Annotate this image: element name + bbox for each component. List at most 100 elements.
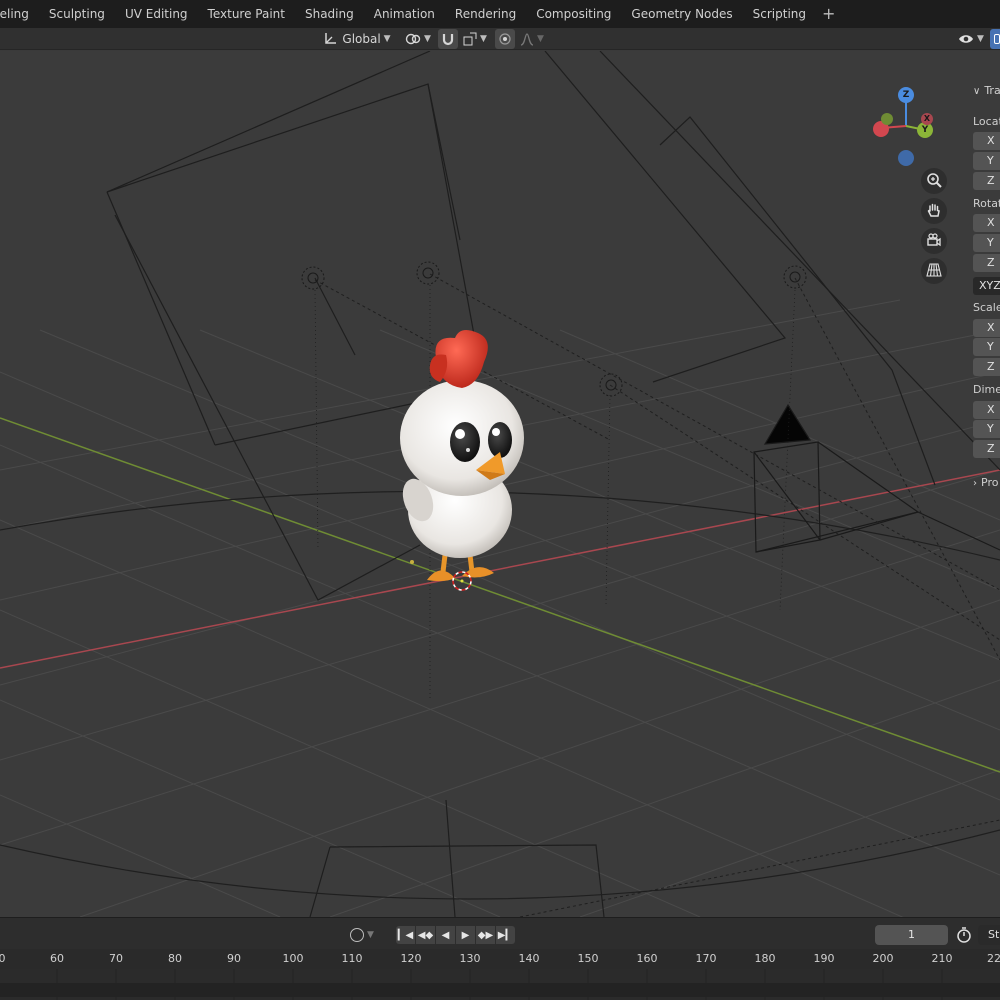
falloff-dropdown[interactable]: ▼ — [517, 29, 547, 49]
tab-shading[interactable]: Shading — [295, 0, 364, 28]
gizmo-y-axis-negative[interactable] — [881, 113, 893, 125]
jump-to-keyframe-prev-button[interactable]: ◀◆ — [416, 926, 435, 944]
jump-to-keyframe-next-button[interactable]: ◆▶ — [476, 926, 495, 944]
timeline-body[interactable] — [0, 969, 1000, 1000]
magnet-icon — [441, 32, 455, 46]
scale-y-field[interactable]: Y — [973, 338, 1000, 356]
scale-z-field[interactable]: Z — [973, 358, 1000, 376]
keying-dropdown[interactable]: ▼ — [350, 925, 384, 945]
gizmo-icon — [994, 34, 1000, 44]
location-label: Locat — [973, 115, 1000, 128]
jump-end-icon: ▶▎ — [497, 929, 514, 941]
light-gizmos — [301, 261, 807, 397]
dimensions-z-field[interactable]: Z — [973, 440, 1000, 458]
jump-to-start-button[interactable]: ▎◀ — [396, 926, 415, 944]
record-icon — [350, 928, 364, 942]
ruler-tick: 180 — [754, 952, 776, 965]
stopwatch-icon[interactable] — [955, 926, 973, 944]
ruler-tick: 190 — [813, 952, 835, 965]
viewport-header: Global ▼ ▼ ▼ ▼ ▼ — [0, 28, 1000, 50]
hand-icon — [926, 202, 942, 221]
ruler-tick: 200 — [872, 952, 894, 965]
play-reverse-button[interactable]: ◀ — [436, 926, 455, 944]
timeline-header: ▼ ▎◀ ◀◆ ◀ ▶ ◆▶ ▶▎ 1 St — [0, 917, 1000, 949]
location-z-field[interactable]: Z — [973, 172, 1000, 190]
properties-panel-header[interactable]: › Pro — [973, 476, 998, 489]
snap-toggle[interactable] — [438, 29, 458, 49]
rotation-y-field[interactable]: Y — [973, 234, 1000, 252]
add-workspace-button[interactable]: + — [816, 0, 841, 28]
light-vertical-lines — [314, 285, 796, 700]
visibility-dropdown[interactable]: ▼ — [955, 29, 987, 49]
tab-scripting[interactable]: Scripting — [743, 0, 816, 28]
ruler-tick: 150 — [577, 952, 599, 965]
timeline-ruler[interactable]: 0 60 70 80 90 100 110 120 130 140 150 16… — [0, 949, 1000, 969]
transform-panel-header[interactable]: ∨ Tra — [973, 84, 1000, 97]
current-frame-field[interactable]: 1 — [875, 925, 948, 945]
zoom-icon — [926, 172, 942, 191]
tab-geometry-nodes[interactable]: Geometry Nodes — [621, 0, 742, 28]
rotation-x-field[interactable]: X — [973, 214, 1000, 232]
rotation-z-field[interactable]: Z — [973, 254, 1000, 272]
camera-object — [753, 403, 1000, 553]
proportional-editing-toggle[interactable] — [495, 29, 515, 49]
jump-to-end-button[interactable]: ▶▎ — [496, 926, 515, 944]
zoom-button[interactable] — [921, 168, 947, 194]
play-icon: ▶ — [461, 929, 470, 941]
ruler-tick: 210 — [931, 952, 953, 965]
snap-target-dropdown[interactable]: ▼ — [460, 29, 490, 49]
dimensions-x-field[interactable]: X — [973, 401, 1000, 419]
chevron-down-icon: ▼ — [424, 34, 431, 44]
pan-button[interactable] — [921, 198, 947, 224]
gizmo-toggle[interactable] — [990, 29, 1000, 49]
chevron-down-icon: ▼ — [383, 34, 391, 44]
gizmo-z-axis[interactable]: Z — [898, 87, 914, 103]
prev-keyframe-icon: ◀◆ — [417, 929, 434, 941]
tab-sculpting[interactable]: Sculpting — [39, 0, 115, 28]
ruler-tick: 100 — [282, 952, 304, 965]
chevron-right-icon: › — [973, 478, 977, 489]
jump-start-icon: ▎◀ — [397, 929, 414, 941]
location-x-field[interactable]: X — [973, 132, 1000, 150]
tab-uv-editing[interactable]: UV Editing — [115, 0, 198, 28]
viewport-3d[interactable]: Z Y X ∨ Tra Locat X Y Z Rotat X Y Z XYZ S… — [0, 51, 1000, 917]
rotation-mode-dropdown[interactable]: XYZ — [973, 277, 1000, 295]
orientation-label: Global — [342, 32, 381, 46]
dimensions-y-field[interactable]: Y — [973, 420, 1000, 438]
gizmo-z-axis-negative[interactable] — [898, 150, 914, 166]
play-button[interactable]: ▶ — [456, 926, 475, 944]
transform-orientation-dropdown[interactable]: Global ▼ — [318, 29, 396, 49]
navigation-gizmo[interactable]: Z Y X — [870, 86, 942, 172]
next-keyframe-icon: ◆▶ — [477, 929, 494, 941]
grid-icon — [926, 262, 942, 281]
workspace-tabs: deling Sculpting UV Editing Texture Pain… — [0, 0, 1000, 28]
tab-modeling[interactable]: deling — [0, 0, 39, 28]
tab-rendering[interactable]: Rendering — [445, 0, 526, 28]
tab-animation[interactable]: Animation — [364, 0, 445, 28]
pivot-icon — [405, 32, 421, 46]
tab-compositing[interactable]: Compositing — [526, 0, 621, 28]
perspective-toggle-button[interactable] — [921, 258, 947, 284]
chevron-down-icon: ▼ — [977, 34, 984, 44]
tab-texture-paint[interactable]: Texture Paint — [198, 0, 295, 28]
location-y-field[interactable]: Y — [973, 152, 1000, 170]
ruler-tick: 120 — [400, 952, 422, 965]
ruler-tick: 140 — [518, 952, 540, 965]
scale-x-field[interactable]: X — [973, 319, 1000, 337]
start-frame-field[interactable]: St — [978, 925, 1000, 945]
keyframe-summary-strip[interactable] — [0, 983, 1000, 997]
chevron-down-icon: ▼ — [480, 34, 487, 44]
ruler-tick: 0 — [0, 952, 6, 965]
ruler-tick: 170 — [695, 952, 717, 965]
camera-view-button[interactable] — [921, 228, 947, 254]
ruler-tick: 90 — [227, 952, 241, 965]
pivot-point-dropdown[interactable]: ▼ — [402, 29, 434, 49]
ruler-tick: 130 — [459, 952, 481, 965]
gizmo-x-axis[interactable]: X — [921, 113, 933, 125]
play-reverse-icon: ◀ — [441, 929, 450, 941]
camera-icon — [926, 232, 942, 251]
ruler-tick: 80 — [168, 952, 182, 965]
scale-label: Scale — [973, 301, 1000, 314]
chevron-down-icon: ▼ — [537, 34, 544, 44]
orientation-icon — [323, 32, 337, 46]
